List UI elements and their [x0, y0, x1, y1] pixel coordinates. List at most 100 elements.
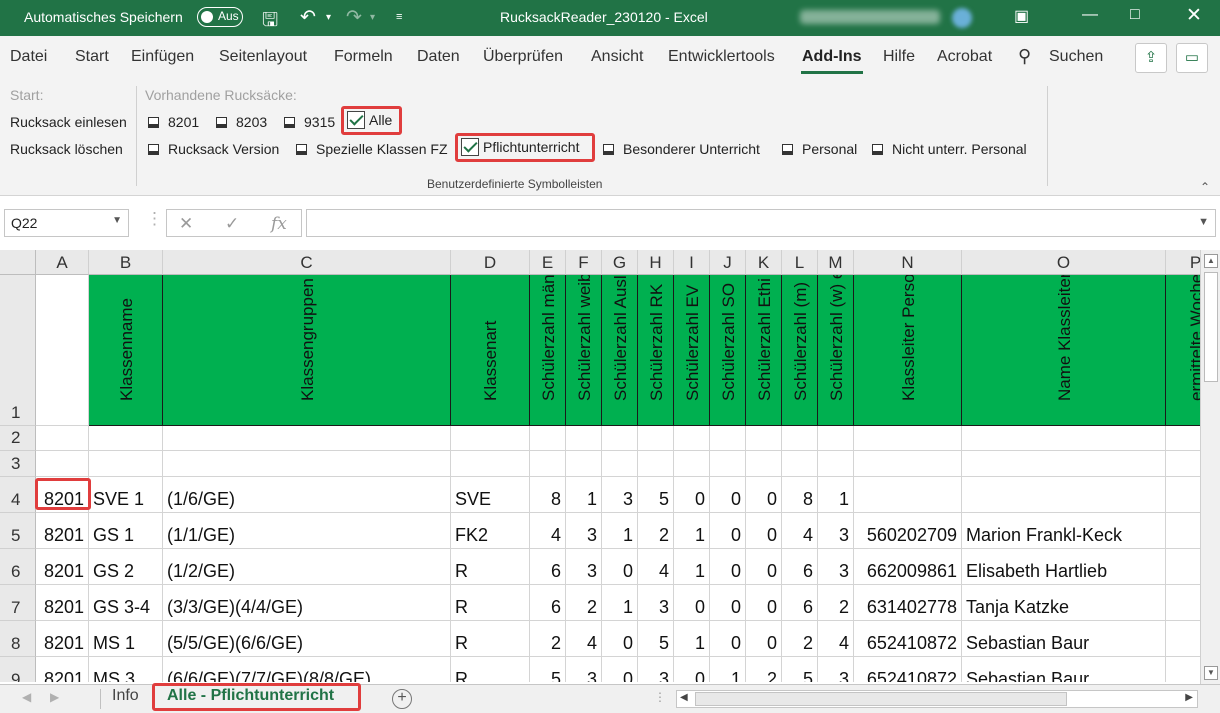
empty-cell[interactable] [89, 451, 163, 477]
rucksack-8203-button[interactable]: 8203 [216, 114, 267, 130]
column-header[interactable]: P [1166, 250, 1200, 275]
column-header[interactable]: N [854, 250, 962, 275]
tab-daten[interactable]: Daten [417, 48, 460, 66]
empty-cell[interactable] [962, 451, 1166, 477]
table-cell[interactable]: 1 [674, 621, 710, 657]
table-cell[interactable]: SVE 1 [89, 477, 163, 513]
empty-cell[interactable] [163, 426, 451, 451]
redo-dropdown-icon[interactable]: ▾ [370, 12, 375, 23]
header-cell[interactable]: Klassenart [451, 275, 530, 426]
empty-cell[interactable] [638, 451, 674, 477]
table-cell[interactable] [1166, 657, 1200, 682]
table-cell[interactable]: 0 [710, 621, 746, 657]
table-cell[interactable]: 0 [674, 585, 710, 621]
personal-button[interactable]: Personal [782, 141, 857, 157]
table-cell[interactable]: 0 [746, 621, 782, 657]
table-cell[interactable]: 5 [782, 657, 818, 682]
table-cell[interactable]: GS 3-4 [89, 585, 163, 621]
table-cell[interactable]: 8201 [36, 657, 89, 682]
table-cell[interactable]: 1 [602, 585, 638, 621]
tab-einfuegen[interactable]: Einfügen [131, 48, 194, 66]
table-cell[interactable]: 4 [782, 513, 818, 549]
table-cell[interactable]: 1 [602, 513, 638, 549]
empty-cell[interactable] [854, 426, 962, 451]
column-header[interactable]: C [163, 250, 451, 275]
tab-entwicklertools[interactable]: Entwicklertools [668, 48, 775, 66]
table-cell[interactable]: 0 [746, 477, 782, 513]
tab-splitter-icon[interactable]: ⋮ [654, 690, 666, 704]
empty-cell[interactable] [530, 451, 566, 477]
table-cell[interactable]: 0 [710, 477, 746, 513]
table-cell[interactable]: 2 [782, 621, 818, 657]
table-cell[interactable]: 6 [530, 549, 566, 585]
table-cell[interactable]: MS 1 [89, 621, 163, 657]
maximize-icon[interactable]: □ [1130, 6, 1140, 24]
empty-cell[interactable] [1166, 451, 1200, 477]
header-cell[interactable]: Klassleiter Perso [854, 275, 962, 426]
header-cell[interactable]: Schülerzahl Ausl [602, 275, 638, 426]
add-sheet-button[interactable]: + [392, 689, 412, 709]
table-cell[interactable]: 1 [566, 477, 602, 513]
chevron-down-icon[interactable]: ▼ [112, 215, 122, 226]
sheet-tab-info[interactable]: Info [112, 687, 139, 705]
table-cell[interactable] [1166, 549, 1200, 585]
formula-input[interactable]: ▼ [306, 209, 1216, 237]
row-header[interactable]: 7 [0, 585, 36, 621]
row-header[interactable]: 5 [0, 513, 36, 549]
ribbon-display-options-icon[interactable]: ▣ [1014, 6, 1029, 26]
table-cell[interactable] [1166, 621, 1200, 657]
header-cell[interactable]: Schülerzahl (w) e [818, 275, 854, 426]
table-cell[interactable]: (6/6/GE)(7/7/GE)(8/8/GE) [163, 657, 451, 682]
empty-cell[interactable] [89, 426, 163, 451]
column-header[interactable]: G [602, 250, 638, 275]
empty-cell[interactable] [854, 451, 962, 477]
tab-acrobat[interactable]: Acrobat [937, 48, 992, 66]
column-header[interactable]: J [710, 250, 746, 275]
empty-cell[interactable] [746, 451, 782, 477]
header-cell[interactable]: Schülerzahl weib [566, 275, 602, 426]
table-cell[interactable]: 6 [782, 549, 818, 585]
table-cell[interactable] [962, 477, 1166, 513]
row-header[interactable]: 6 [0, 549, 36, 585]
tab-start[interactable]: Start [75, 48, 109, 66]
empty-cell[interactable] [818, 426, 854, 451]
comments-button[interactable]: ▭ [1176, 43, 1208, 73]
header-cell[interactable]: Schülerzahl män [530, 275, 566, 426]
delete-rucksack-button[interactable]: Rucksack löschen [10, 141, 123, 157]
empty-cell[interactable] [36, 451, 89, 477]
table-cell[interactable]: 3 [566, 657, 602, 682]
next-sheet-icon[interactable]: ▶ [50, 690, 59, 704]
table-cell[interactable]: 0 [602, 657, 638, 682]
empty-cell[interactable] [674, 426, 710, 451]
empty-cell[interactable] [818, 451, 854, 477]
table-cell[interactable]: (1/6/GE) [163, 477, 451, 513]
table-cell[interactable]: R [451, 549, 530, 585]
table-cell[interactable]: 0 [746, 549, 782, 585]
row-header[interactable]: 4 [0, 477, 36, 513]
customize-toolbar-icon[interactable]: ≡ [396, 11, 402, 23]
autosave-toggle[interactable]: Aus [197, 7, 243, 27]
empty-cell[interactable] [602, 426, 638, 451]
table-cell[interactable]: GS 1 [89, 513, 163, 549]
table-cell[interactable]: 3 [818, 513, 854, 549]
table-cell[interactable]: 0 [746, 513, 782, 549]
table-cell[interactable]: R [451, 621, 530, 657]
table-cell[interactable]: (1/1/GE) [163, 513, 451, 549]
horizontal-scrollbar[interactable]: ◀ ▶ [676, 690, 1198, 708]
header-cell[interactable]: Klassengruppen [163, 275, 451, 426]
table-cell[interactable] [854, 477, 962, 513]
empty-cell[interactable] [163, 451, 451, 477]
table-cell[interactable]: (5/5/GE)(6/6/GE) [163, 621, 451, 657]
table-cell[interactable]: (3/3/GE)(4/4/GE) [163, 585, 451, 621]
prev-sheet-icon[interactable]: ◀ [22, 690, 31, 704]
table-cell[interactable]: 3 [566, 513, 602, 549]
special-classes-button[interactable]: Spezielle Klassen FZ [296, 141, 448, 157]
table-cell[interactable] [1166, 585, 1200, 621]
table-cell[interactable]: 6 [782, 585, 818, 621]
insert-function-icon[interactable]: fx [271, 214, 287, 234]
table-cell[interactable]: 652410872 [854, 657, 962, 682]
table-cell[interactable]: 8201 [36, 585, 89, 621]
column-header[interactable]: H [638, 250, 674, 275]
table-cell[interactable]: 1 [674, 513, 710, 549]
table-cell[interactable]: 3 [566, 549, 602, 585]
